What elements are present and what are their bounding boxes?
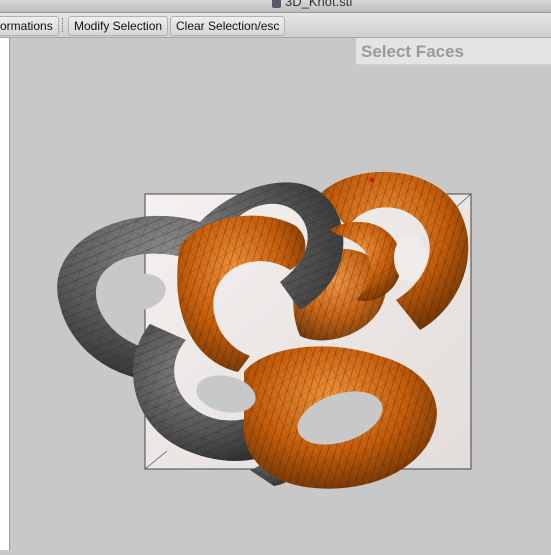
transformations-button[interactable]: ormations [0, 16, 59, 36]
knot-render[interactable] [10, 38, 551, 550]
modify-selection-button[interactable]: Modify Selection [68, 16, 169, 36]
toolbar: ormations Modify Selection Clear Selecti… [0, 13, 551, 38]
window-title: 3D_Knot.stl [285, 0, 353, 9]
document-icon [272, 0, 281, 8]
selection-mode-label: Select Faces [356, 38, 551, 65]
selection-mode-text: Select Faces [361, 42, 465, 61]
side-panel [0, 38, 10, 550]
window-titlebar: 3D_Knot.stl [0, 0, 551, 13]
toolbar-separator [62, 18, 63, 32]
clear-selection-button[interactable]: Clear Selection/esc [170, 16, 286, 36]
3d-viewport[interactable] [10, 38, 551, 550]
selection-marker [369, 177, 375, 183]
